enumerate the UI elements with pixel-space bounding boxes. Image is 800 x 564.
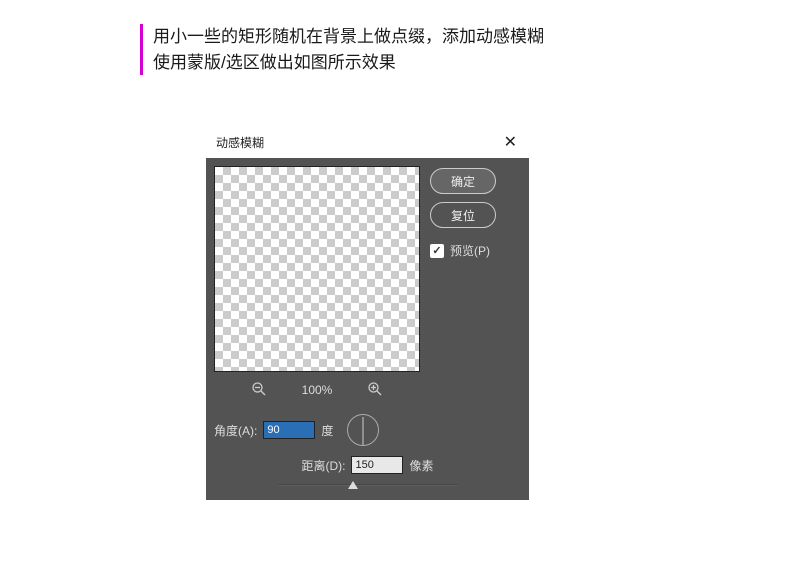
distance-label: 距离(D): [301,457,345,474]
distance-input[interactable] [351,456,403,474]
slider-bar [278,484,458,486]
zoom-in-icon[interactable] [367,381,383,400]
zoom-out-icon[interactable] [251,381,267,400]
reset-button[interactable]: 复位 [430,202,496,228]
preview-label: 预览(P) [450,242,490,259]
distance-unit: 像素 [409,457,433,474]
slider-thumb[interactable] [348,481,358,489]
instruction-line1: 用小一些的矩形随机在背景上做点缀，添加动感模糊 [153,24,544,50]
angle-input[interactable] [263,421,315,439]
title-bar[interactable]: 动感模糊 ✕ [206,126,529,158]
preview-canvas[interactable] [214,166,420,372]
preview-checkbox-row[interactable]: ✓ 预览(P) [430,242,496,259]
close-icon[interactable]: ✕ [500,132,521,152]
instruction-line2: 使用蒙版/选区做出如图所示效果 [153,50,544,76]
zoom-percentage: 100% [297,383,337,397]
dialog-body: 100% 确定 复位 ✓ 预览(P) [206,158,529,500]
distance-slider[interactable] [278,478,458,492]
ok-button[interactable]: 确定 [430,168,496,194]
motion-blur-dialog: 动感模糊 ✕ 100% [206,126,529,500]
angle-unit: 度 [321,422,333,439]
preview-checkbox[interactable]: ✓ [430,244,444,258]
angle-label: 角度(A): [214,422,257,439]
angle-dial[interactable] [347,414,379,446]
dialog-title: 动感模糊 [216,134,264,151]
instruction-block: 用小一些的矩形随机在背景上做点缀，添加动感模糊 使用蒙版/选区做出如图所示效果 [140,24,544,75]
